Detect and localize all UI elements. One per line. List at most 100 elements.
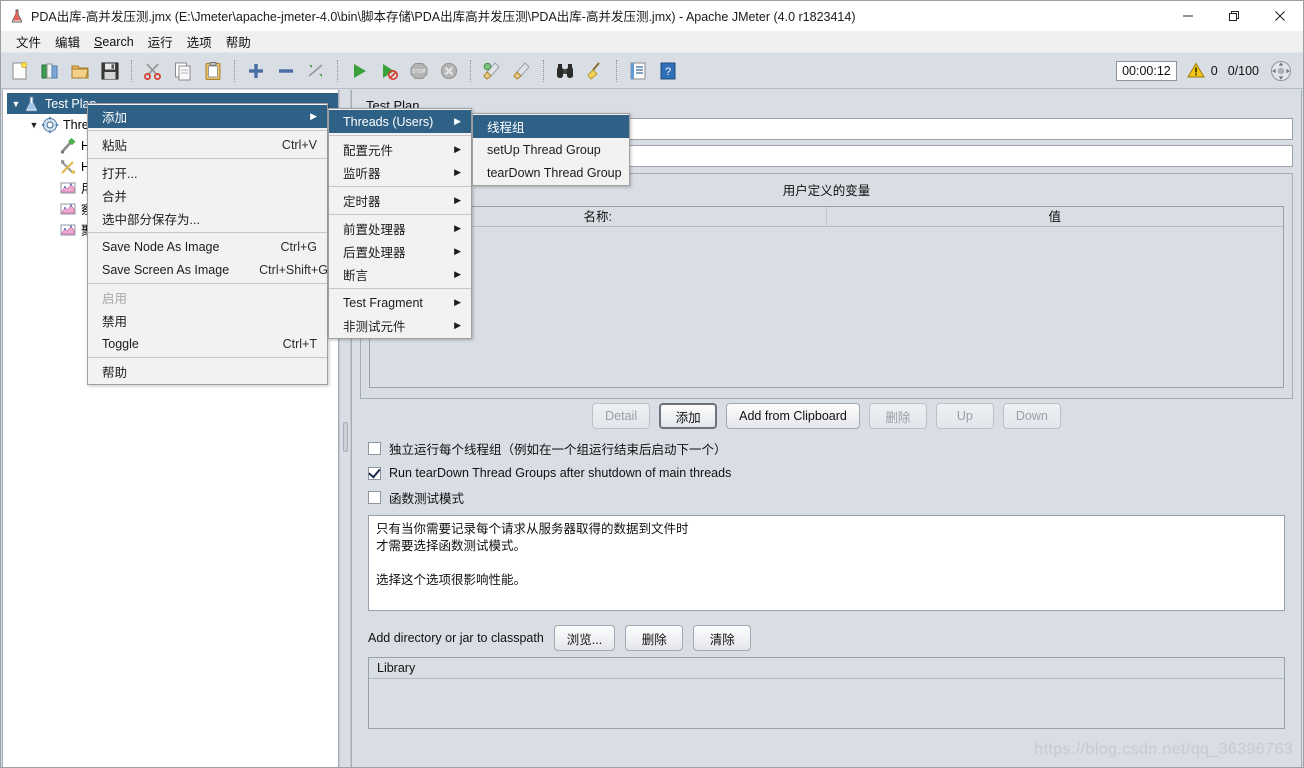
title-bar: PDA出库-高并发压测.jmx (E:\Jmeter\apache-jmeter…: [1, 1, 1303, 31]
broom-yellow-icon[interactable]: [580, 57, 610, 85]
ctx-save-node-as-image[interactable]: Save Node As Image Ctrl+G: [88, 235, 327, 258]
detail-button[interactable]: Detail: [592, 403, 651, 429]
chevron-right-icon: ▶: [454, 297, 461, 307]
functional-test-mode-checkbox[interactable]: [368, 491, 381, 504]
ctx-disable[interactable]: 禁用: [88, 309, 327, 332]
add-config-element[interactable]: 配置元件 ▶: [329, 138, 471, 161]
run-teardown-row[interactable]: Run tearDown Thread Groups after shutdow…: [368, 466, 1293, 480]
restore-icon[interactable]: [1211, 1, 1257, 31]
copy-icon[interactable]: [168, 57, 198, 85]
menu-search[interactable]: Search: [87, 33, 141, 51]
play-no-pause-icon[interactable]: [374, 57, 404, 85]
run-teardown-checkbox[interactable]: [368, 466, 381, 480]
minus-icon[interactable]: [271, 57, 301, 85]
add-from-clipboard-button[interactable]: Add from Clipboard: [726, 403, 860, 429]
menu-separator: [88, 283, 327, 284]
ctx-save-screen-as-image-accel: Ctrl+Shift+G: [259, 262, 328, 277]
close-icon[interactable]: [1257, 1, 1303, 31]
templates-icon[interactable]: [35, 57, 65, 85]
svg-text:STOP: STOP: [412, 69, 426, 75]
plus-icon[interactable]: [241, 57, 271, 85]
functional-test-mode-row[interactable]: 函数测试模式: [368, 488, 1293, 507]
add-button[interactable]: 添加: [659, 403, 718, 429]
clipboard-icon[interactable]: [198, 57, 228, 85]
threads-setup-thread-group[interactable]: setUp Thread Group: [473, 138, 629, 161]
add-timer[interactable]: 定时器 ▶: [329, 189, 471, 212]
question-book-icon[interactable]: ?: [653, 57, 683, 85]
svg-text:?: ?: [665, 66, 671, 78]
chevron-right-icon: ▶: [454, 320, 461, 330]
menu-options[interactable]: 选项: [180, 30, 219, 53]
ctx-save-selection-as[interactable]: 选中部分保存为...: [88, 207, 327, 230]
up-button[interactable]: Up: [935, 403, 994, 429]
menu-edit[interactable]: 编辑: [48, 30, 87, 53]
menu-help[interactable]: 帮助: [219, 30, 258, 53]
ctx-paste[interactable]: 粘贴 Ctrl+V: [88, 133, 327, 156]
toolbar-separator: [543, 59, 544, 82]
library-column-header[interactable]: Library: [369, 658, 1284, 679]
library-table[interactable]: Library: [368, 657, 1285, 729]
scissors-icon[interactable]: [138, 57, 168, 85]
open-folder-icon[interactable]: [65, 57, 95, 85]
add-post-processor[interactable]: 后置处理器 ▶: [329, 240, 471, 263]
broom-gear-icon[interactable]: [477, 57, 507, 85]
add-assertion[interactable]: 断言 ▶: [329, 263, 471, 286]
ctx-merge[interactable]: 合并: [88, 184, 327, 207]
add-threads-users[interactable]: Threads (Users) ▶: [329, 110, 471, 133]
add-pre-processor[interactable]: 前置处理器 ▶: [329, 217, 471, 240]
chevron-down-icon[interactable]: ▼: [27, 120, 41, 130]
ctx-add[interactable]: 添加 ▶: [88, 105, 327, 128]
serialize-threadgroups-checkbox[interactable]: [368, 442, 381, 455]
garbage-collect-icon[interactable]: [1269, 59, 1293, 83]
chevron-right-icon: ▶: [454, 223, 461, 233]
column-header-value[interactable]: 值: [827, 207, 1284, 226]
toggle-icon[interactable]: [301, 57, 331, 85]
classpath-delete-button[interactable]: 删除: [625, 625, 684, 651]
ctx-help[interactable]: 帮助: [88, 360, 327, 383]
add-non-test-element[interactable]: 非测试元件 ▶: [329, 314, 471, 337]
menu-run[interactable]: 运行: [141, 30, 180, 53]
warning-indicator[interactable]: 0: [1186, 62, 1218, 79]
tree-context-menu[interactable]: 添加 ▶ 粘贴 Ctrl+V 打开... 合并 选中部分保存为... Save …: [87, 103, 328, 385]
add-listener[interactable]: 监听器 ▶: [329, 161, 471, 184]
serialize-threadgroups-row[interactable]: 独立运行每个线程组（例如在一个组运行结束后启动下一个）: [368, 439, 1293, 458]
toolbar-group-help: ?: [623, 56, 683, 86]
save-disk-icon[interactable]: [95, 57, 125, 85]
classpath-clear-button[interactable]: 清除: [693, 625, 752, 651]
jmeter-window: PDA出库-高并发压测.jmx (E:\Jmeter\apache-jmeter…: [0, 0, 1304, 768]
chevron-down-icon[interactable]: ▼: [9, 99, 23, 109]
broom-icon[interactable]: [507, 57, 537, 85]
new-document-icon[interactable]: [5, 57, 35, 85]
ctx-save-selection-as-label: 选中部分保存为...: [102, 213, 200, 227]
ctx-toggle[interactable]: Toggle Ctrl+T: [88, 332, 327, 355]
tree-node-label: Thre: [63, 117, 89, 132]
shutdown-icon[interactable]: [434, 57, 464, 85]
stop-sign-icon[interactable]: STOP: [404, 57, 434, 85]
add-submenu[interactable]: Threads (Users) ▶ 配置元件 ▶ 监听器 ▶ 定时器 ▶ 前置处…: [328, 108, 472, 339]
down-button[interactable]: Down: [1002, 403, 1061, 429]
menu-file[interactable]: 文件: [9, 30, 48, 53]
user-defined-variables-table[interactable]: 名称: 值: [369, 206, 1284, 388]
threads-thread-group[interactable]: 线程组: [473, 115, 629, 138]
split-pane-grip[interactable]: [343, 422, 348, 452]
ctx-toggle-accel: Ctrl+T: [282, 336, 317, 351]
table-body[interactable]: [370, 227, 1283, 387]
run-teardown-label: Run tearDown Thread Groups after shutdow…: [389, 466, 732, 480]
ctx-open-label: 打开...: [102, 167, 138, 181]
menu-separator: [88, 357, 327, 358]
menu-separator: [88, 158, 327, 159]
function-list-icon[interactable]: [623, 57, 653, 85]
minimize-icon[interactable]: [1165, 1, 1211, 31]
binoculars-icon[interactable]: [550, 57, 580, 85]
variable-buttons-row: Detail 添加 Add from Clipboard 删除 Up Down: [360, 403, 1293, 429]
ctx-save-screen-as-image[interactable]: Save Screen As Image Ctrl+Shift+G: [88, 258, 328, 281]
listener-graph-icon: [59, 221, 77, 239]
threads-users-submenu[interactable]: 线程组 setUp Thread Group tearDown Thread G…: [472, 113, 630, 186]
browse-button[interactable]: 浏览...: [553, 625, 616, 651]
threads-teardown-thread-group[interactable]: tearDown Thread Group: [473, 161, 629, 184]
ctx-open[interactable]: 打开...: [88, 161, 327, 184]
delete-button[interactable]: 删除: [868, 403, 927, 429]
menu-separator: [88, 232, 327, 233]
add-test-fragment[interactable]: Test Fragment ▶: [329, 291, 471, 314]
play-green-icon[interactable]: [344, 57, 374, 85]
